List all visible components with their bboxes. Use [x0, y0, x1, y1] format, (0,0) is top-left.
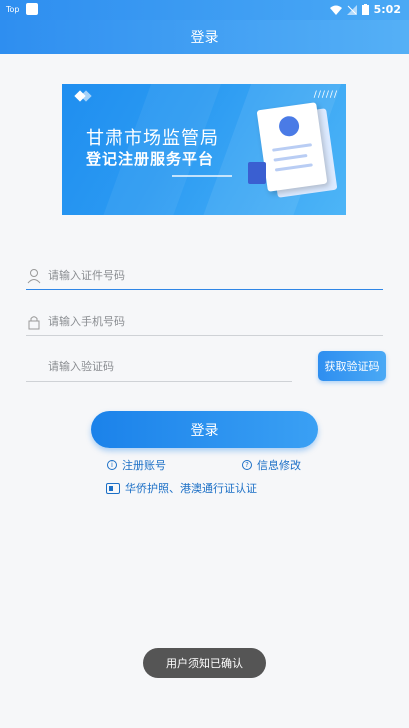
id-number-field[interactable]	[26, 262, 383, 290]
help-circle-icon: ?	[242, 460, 252, 470]
wifi-icon	[329, 5, 342, 15]
no-signal-icon	[346, 4, 357, 15]
profile-avatar-icon	[277, 114, 301, 138]
register-label: 注册账号	[122, 459, 166, 472]
page-title: 登录	[190, 30, 219, 46]
modify-info-link[interactable]: ? 信息修改	[242, 457, 301, 473]
status-app-label: Top	[6, 4, 20, 14]
passport-auth-label: 华侨护照、港澳通行证认证	[125, 482, 257, 495]
platform-banner: ////// 甘肃市场监管局 登记注册服务平台	[62, 84, 346, 215]
get-code-button[interactable]: 获取验证码	[318, 351, 386, 381]
banner-title: 甘肃市场监管局	[86, 128, 219, 149]
id-badge-icon	[248, 162, 266, 184]
lock-icon	[28, 315, 40, 329]
login-button[interactable]: 登录	[91, 411, 318, 448]
status-bar: Top 5:02	[0, 0, 409, 20]
document-icon	[256, 102, 328, 192]
user-icon	[27, 268, 41, 283]
doc-line	[273, 153, 308, 162]
register-link[interactable]: i 注册账号	[107, 457, 166, 473]
passport-auth-link[interactable]: 华侨护照、港澳通行证认证	[106, 480, 257, 496]
doc-line	[272, 143, 313, 152]
title-bar: 登录	[0, 20, 409, 54]
id-card-icon	[106, 482, 120, 494]
app-notification-icon	[25, 3, 38, 15]
phone-field[interactable]	[26, 308, 383, 336]
battery-icon	[361, 4, 369, 15]
verification-code-field[interactable]	[26, 352, 292, 382]
banner-slashes: //////	[313, 90, 338, 100]
phone-input[interactable]	[48, 315, 348, 328]
banner-subtitle: 登记注册服务平台	[86, 150, 215, 168]
info-circle-icon: i	[107, 460, 117, 470]
verification-code-input[interactable]	[48, 360, 278, 373]
toast-message: 用户须知已确认	[143, 648, 266, 678]
modify-info-label: 信息修改	[257, 459, 301, 472]
id-number-input[interactable]	[48, 269, 348, 282]
status-time: 5:02	[373, 3, 401, 16]
doc-line	[274, 163, 313, 172]
banner-underline	[172, 175, 232, 177]
